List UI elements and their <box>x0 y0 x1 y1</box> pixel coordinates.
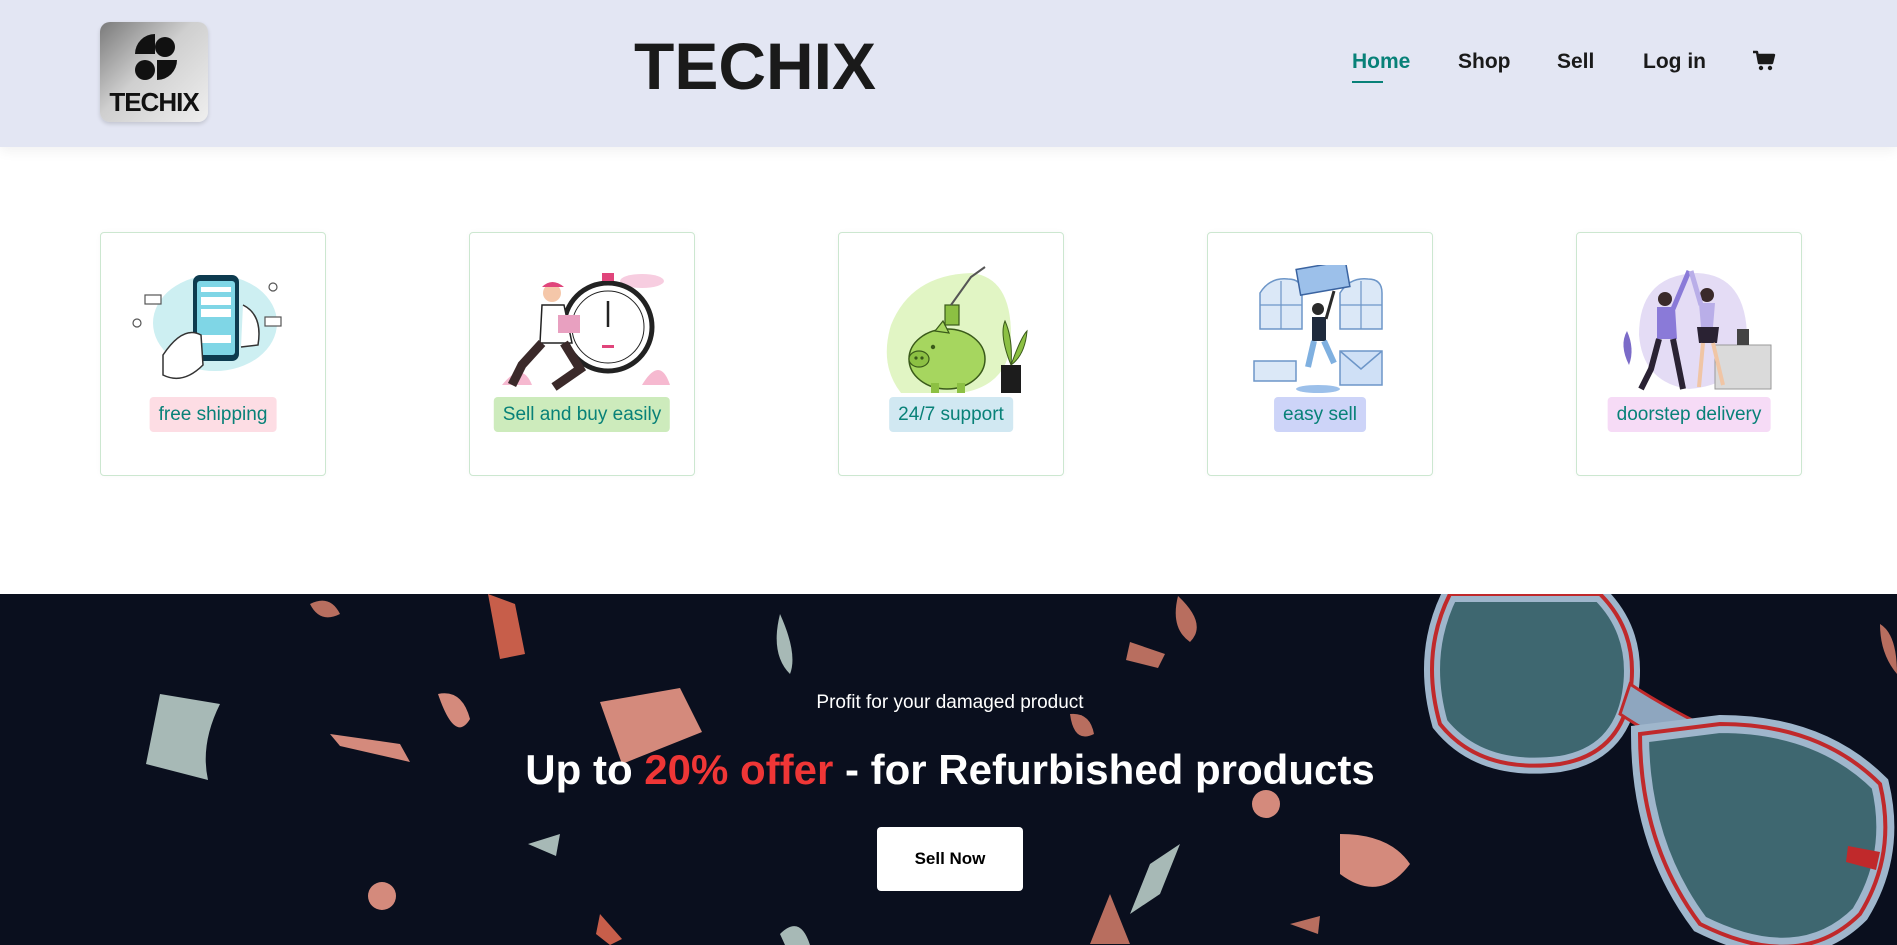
nav-sell[interactable]: Sell <box>1557 50 1594 74</box>
feature-label: 24/7 support <box>889 397 1013 432</box>
nav-shop[interactable]: Shop <box>1458 50 1511 74</box>
banner-title-suffix: - for Refurbished products <box>833 746 1375 793</box>
nav-home[interactable]: Home <box>1352 50 1411 83</box>
banner-title-highlight: 20% offer <box>644 746 834 793</box>
runner-stopwatch-illustration <box>502 273 670 391</box>
nav-login[interactable]: Log in <box>1643 50 1706 74</box>
banner-title-prefix: Up to <box>525 746 645 793</box>
delivery-person-illustration <box>1253 265 1383 393</box>
nav-login-label: Log in <box>1643 50 1706 73</box>
logo[interactable]: TECHIX <box>100 22 208 122</box>
banner-title: Up to 20% offer - for Refurbished produc… <box>0 746 1897 794</box>
feature-card-free-shipping: free shipping <box>100 232 326 476</box>
sell-now-button[interactable]: Sell Now <box>877 827 1023 891</box>
piggy-bank-illustration <box>886 266 1028 393</box>
feature-card-doorstep-delivery: doorstep delivery <box>1576 232 1802 476</box>
logo-text: TECHIX <box>109 87 199 117</box>
active-underline <box>1352 81 1383 83</box>
nav-sell-label: Sell <box>1557 50 1595 73</box>
feature-label: easy sell <box>1274 397 1366 432</box>
nav-shop-label: Shop <box>1458 50 1511 73</box>
brand-title: TECHIX <box>634 29 877 103</box>
promo-banner: Profit for your damaged product Up to 20… <box>0 594 1897 945</box>
feature-card-easy-sell: easy sell <box>1207 232 1433 476</box>
feature-label: doorstep delivery <box>1607 397 1771 432</box>
feature-label: free shipping <box>149 397 277 432</box>
site-header: TECHIX TECHIX Home Shop Sell Log in <box>0 0 1897 147</box>
logo-mark-icon <box>135 34 177 80</box>
feature-card-support: 24/7 support <box>838 232 1064 476</box>
cart-icon[interactable] <box>1752 50 1776 72</box>
banner-subtitle: Profit for your damaged product <box>816 692 1084 713</box>
phone-payment-illustration <box>132 275 282 380</box>
feature-card-sell-buy: Sell and buy easily <box>469 232 695 476</box>
high-five-illustration <box>1623 270 1772 391</box>
feature-label: Sell and buy easily <box>493 397 671 432</box>
nav-home-label: Home <box>1352 50 1411 73</box>
